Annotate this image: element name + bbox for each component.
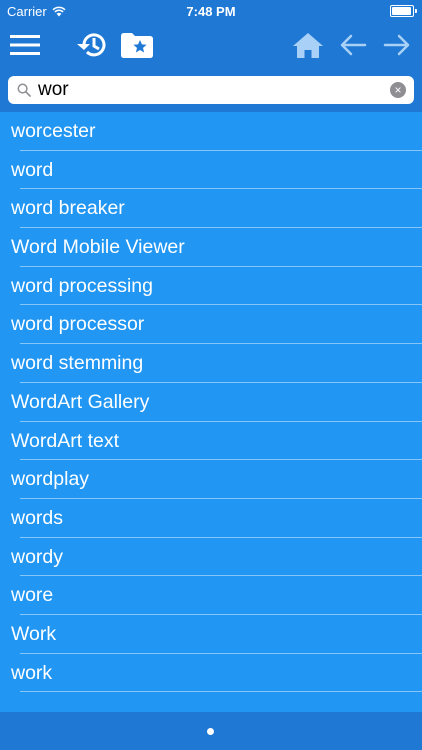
search-field-container: × (8, 76, 414, 104)
result-row[interactable]: word processor (0, 305, 422, 345)
result-label: wore (11, 584, 54, 607)
results-list: worcester word word breaker Word Mobile Vie… (0, 112, 422, 712)
search-icon (17, 83, 31, 97)
history-icon (77, 33, 106, 57)
home-icon (293, 33, 323, 58)
battery-icon (390, 5, 417, 17)
bottom-bar (0, 712, 422, 750)
arrow-right-icon (383, 34, 410, 56)
forward-button[interactable] (378, 22, 416, 68)
result-label: worcester (11, 120, 96, 142)
result-row[interactable]: word stemming (0, 344, 422, 383)
result-label: work (11, 661, 53, 684)
result-label: word stemming (11, 352, 144, 375)
result-label: words (11, 506, 64, 529)
result-row[interactable]: word breaker (0, 189, 422, 229)
clear-search-button[interactable]: × (390, 82, 406, 98)
back-button[interactable] (334, 22, 372, 68)
status-bar: Carrier 7:48 PM (0, 0, 422, 22)
result-label: word (11, 158, 54, 181)
result-label: word processing (11, 274, 153, 297)
row-divider (20, 691, 422, 693)
arrow-left-icon (340, 34, 367, 56)
toolbar (0, 22, 422, 68)
result-label: WordArt Gallery (11, 390, 150, 413)
result-row[interactable]: wordy (0, 538, 422, 577)
search-bar: × (0, 68, 422, 112)
battery-level (392, 7, 411, 15)
hamburger-menu-icon (10, 35, 40, 55)
result-label: Work (11, 622, 57, 645)
home-button[interactable] (288, 22, 328, 68)
result-row[interactable]: Word Mobile Viewer (0, 228, 422, 267)
result-row[interactable]: wore (0, 576, 422, 615)
close-icon: × (394, 83, 402, 97)
result-row[interactable]: Work (0, 615, 422, 654)
result-label: Word Mobile Viewer (11, 236, 185, 259)
result-row[interactable]: word (0, 151, 422, 190)
result-row[interactable]: wordplay (0, 460, 422, 499)
favorites-button[interactable] (116, 22, 158, 68)
result-row[interactable]: WordArt Gallery (0, 383, 422, 422)
menu-button[interactable] (4, 22, 46, 68)
result-label: word breaker (11, 197, 125, 220)
status-time: 7:48 PM (186, 4, 236, 19)
result-row[interactable]: work (0, 654, 422, 693)
result-label: wordy (11, 545, 64, 568)
result-row[interactable]: words (0, 499, 422, 538)
search-input[interactable] (38, 78, 378, 102)
page-indicator-dot (207, 728, 214, 735)
history-button[interactable] (72, 22, 112, 68)
result-row[interactable]: WordArt text (0, 422, 422, 461)
result-row[interactable]: worcester (0, 112, 422, 151)
result-label: wordplay (11, 468, 90, 491)
dictionary-screen: Carrier 7:48 PM wor × worcester word wor… (0, 0, 422, 750)
star-folder-icon (121, 33, 153, 58)
result-label: word processor (11, 313, 145, 336)
result-row[interactable]: word processing (0, 267, 422, 306)
result-label: WordArt text (11, 429, 120, 452)
